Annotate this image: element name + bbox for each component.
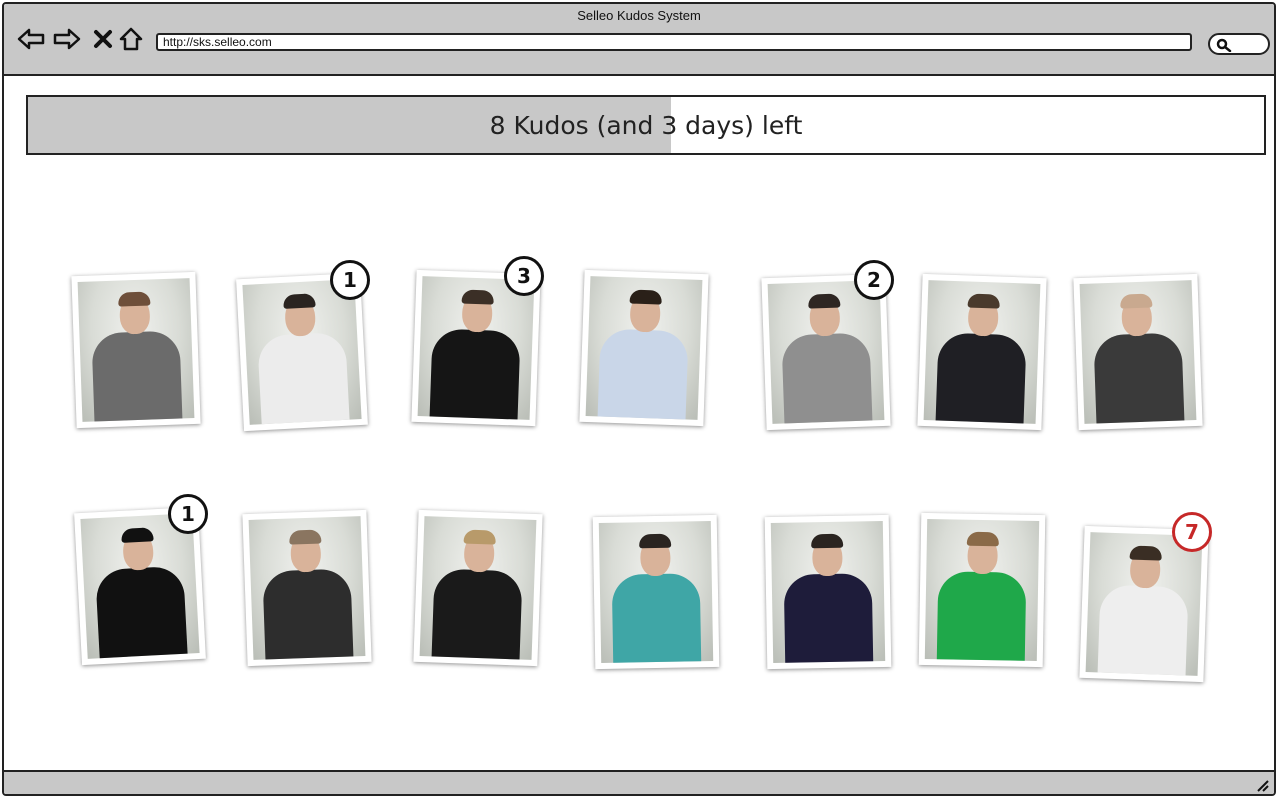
person-photo bbox=[417, 276, 535, 420]
person-card[interactable] bbox=[1073, 273, 1203, 431]
stop-x-icon[interactable] bbox=[88, 24, 118, 54]
search-icon bbox=[1216, 38, 1232, 52]
kudos-remaining-text: 8 Kudos (and 3 days) left bbox=[489, 110, 803, 140]
person-photo bbox=[242, 279, 362, 425]
person-photo bbox=[923, 280, 1041, 424]
browser-window: Selleo Kudos System http://sks.selleo.co… bbox=[2, 2, 1276, 796]
kudos-count-badge: 3 bbox=[504, 256, 544, 296]
person-card[interactable] bbox=[413, 509, 543, 667]
person-card[interactable] bbox=[917, 273, 1047, 431]
person-card[interactable] bbox=[242, 509, 372, 667]
browser-chrome: Selleo Kudos System http://sks.selleo.co… bbox=[4, 4, 1274, 76]
person-card[interactable] bbox=[71, 271, 201, 429]
home-icon[interactable] bbox=[116, 24, 146, 54]
person-photo bbox=[598, 521, 714, 663]
resize-grip-icon[interactable] bbox=[1254, 778, 1270, 792]
person-photo bbox=[924, 519, 1040, 661]
person-card[interactable] bbox=[918, 512, 1046, 668]
person-photo bbox=[770, 521, 886, 663]
search-box[interactable] bbox=[1208, 33, 1270, 55]
person-photo bbox=[585, 276, 703, 420]
kudos-count-badge: 7 bbox=[1172, 512, 1212, 552]
status-bar bbox=[4, 770, 1274, 794]
kudos-count-badge: 1 bbox=[168, 494, 208, 534]
kudos-count-badge: 2 bbox=[854, 260, 894, 300]
person-photo bbox=[80, 513, 200, 659]
window-title: Selleo Kudos System bbox=[577, 8, 701, 23]
person-photo bbox=[77, 278, 195, 422]
back-arrow-icon[interactable] bbox=[16, 24, 46, 54]
kudos-count-badge: 1 bbox=[330, 260, 370, 300]
person-card[interactable] bbox=[579, 269, 709, 427]
person-photo bbox=[767, 280, 885, 424]
person-photo bbox=[248, 516, 366, 660]
person-card[interactable] bbox=[764, 514, 892, 670]
forward-arrow-icon[interactable] bbox=[52, 24, 82, 54]
person-photo bbox=[1085, 532, 1203, 676]
person-photo bbox=[419, 516, 537, 660]
address-bar[interactable]: http://sks.selleo.com bbox=[156, 33, 1192, 51]
person-photo bbox=[1079, 280, 1197, 424]
person-card[interactable] bbox=[592, 514, 720, 670]
kudos-remaining-banner: 8 Kudos (and 3 days) left bbox=[26, 95, 1266, 155]
